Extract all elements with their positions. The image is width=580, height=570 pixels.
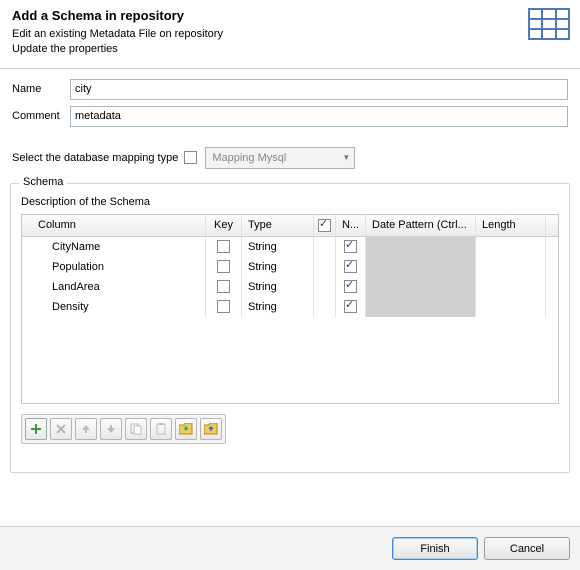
comment-label: Comment <box>12 110 70 122</box>
col-header-key[interactable]: Key <box>206 215 242 236</box>
cell-len[interactable] <box>476 277 546 297</box>
table-row[interactable]: LandArea String <box>22 277 558 297</box>
grid-icon <box>528 8 570 40</box>
table-row[interactable]: CityName String <box>22 237 558 257</box>
cell-column: LandArea <box>22 277 206 297</box>
export-button[interactable] <box>200 418 222 440</box>
cell-type: String <box>242 297 314 317</box>
cell-n[interactable] <box>336 237 366 257</box>
comment-input[interactable] <box>70 106 568 127</box>
cell-date[interactable] <box>366 297 476 317</box>
paste-button[interactable] <box>150 418 172 440</box>
cell-len[interactable] <box>476 257 546 277</box>
name-input[interactable] <box>70 79 568 100</box>
dialog-title: Add a Schema in repository <box>12 8 568 23</box>
chevron-down-icon: ▼ <box>342 153 350 162</box>
schema-description: Description of the Schema <box>21 196 559 208</box>
cell-n[interactable] <box>336 277 366 297</box>
table-row[interactable]: Density String <box>22 297 558 317</box>
cell-column: CityName <box>22 237 206 257</box>
table-row[interactable]: Population String <box>22 257 558 277</box>
dialog-subtitle-2: Update the properties <box>12 42 568 57</box>
cell-type: String <box>242 257 314 277</box>
cell-key[interactable] <box>206 237 242 257</box>
cell-type: String <box>242 237 314 257</box>
delete-button[interactable] <box>50 418 72 440</box>
col-header-n-check[interactable] <box>314 215 336 236</box>
cell-key[interactable] <box>206 277 242 297</box>
col-header-type[interactable]: Type <box>242 215 314 236</box>
name-label: Name <box>12 83 70 95</box>
schema-toolbar <box>21 414 226 444</box>
mapping-label: Select the database mapping type <box>12 152 178 164</box>
cell-empty <box>314 297 336 317</box>
col-header-date[interactable]: Date Pattern (Ctrl... <box>366 215 476 236</box>
cell-date[interactable] <box>366 237 476 257</box>
mapping-combo-value: Mapping Mysql <box>212 152 286 164</box>
schema-legend: Schema <box>19 176 67 188</box>
dialog-subtitle-1: Edit an existing Metadata File on reposi… <box>12 27 568 42</box>
copy-button[interactable] <box>125 418 147 440</box>
move-up-button[interactable] <box>75 418 97 440</box>
mapping-checkbox[interactable] <box>184 151 197 164</box>
col-header-length[interactable]: Length <box>476 215 546 236</box>
cell-empty <box>314 277 336 297</box>
cell-type: String <box>242 277 314 297</box>
cell-empty <box>314 237 336 257</box>
cell-column: Density <box>22 297 206 317</box>
dialog-footer: Finish Cancel <box>0 526 580 570</box>
cell-key[interactable] <box>206 297 242 317</box>
schema-group: Schema Description of the Schema Column … <box>10 183 570 473</box>
add-button[interactable] <box>25 418 47 440</box>
cell-len[interactable] <box>476 297 546 317</box>
cell-date[interactable] <box>366 257 476 277</box>
cell-n[interactable] <box>336 257 366 277</box>
cell-date[interactable] <box>366 277 476 297</box>
finish-button[interactable]: Finish <box>392 537 478 560</box>
move-down-button[interactable] <box>100 418 122 440</box>
mapping-combo[interactable]: Mapping Mysql ▼ <box>205 147 355 169</box>
cell-n[interactable] <box>336 297 366 317</box>
cell-len[interactable] <box>476 237 546 257</box>
schema-table: Column Key Type N... Date Pattern (Ctrl.… <box>21 214 559 404</box>
col-header-n[interactable]: N... <box>336 215 366 236</box>
cell-empty <box>314 257 336 277</box>
cell-key[interactable] <box>206 257 242 277</box>
cancel-button[interactable]: Cancel <box>484 537 570 560</box>
table-header: Column Key Type N... Date Pattern (Ctrl.… <box>22 215 558 237</box>
import-button[interactable] <box>175 418 197 440</box>
cell-column: Population <box>22 257 206 277</box>
col-header-column[interactable]: Column <box>22 215 206 236</box>
